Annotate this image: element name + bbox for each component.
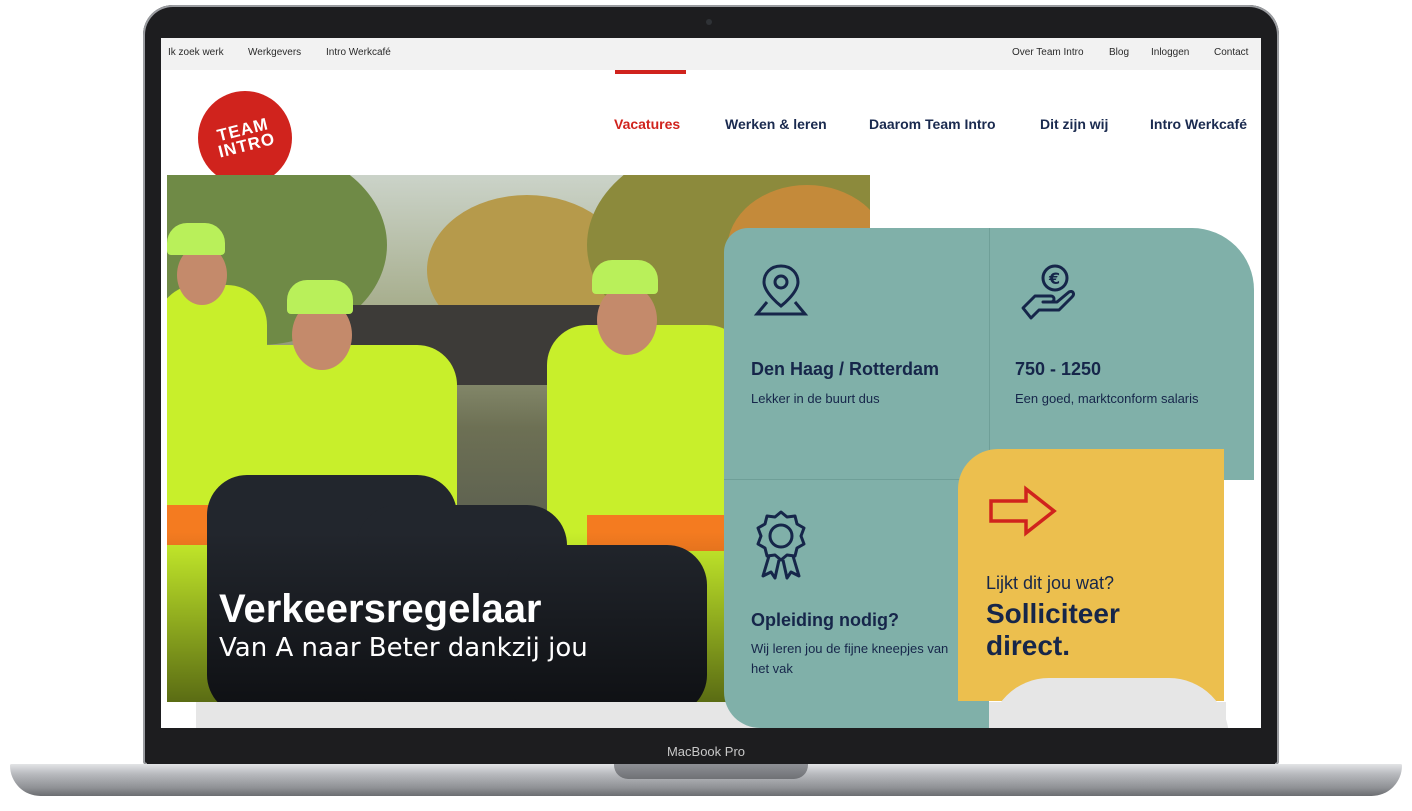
salary-hand-euro-icon: € [1021,264,1075,320]
apply-card[interactable]: Lijkt dit jou wat? Solliciteer direct. [958,449,1224,701]
card-location-text: Lekker in de buurt dus [751,391,880,406]
screen: Ik zoek werk Werkgevers Intro Werkcafé O… [161,38,1261,728]
team-intro-logo[interactable]: TEAM INTRO [198,91,292,185]
laptop-notch [614,764,808,779]
toplink-blog[interactable]: Blog [1109,47,1129,58]
card-location-title: Den Haag / Rotterdam [751,359,940,379]
panel-divider-vertical [989,228,990,480]
camera-icon [706,19,712,25]
toplink-over-team-intro[interactable]: Over Team Intro [1012,47,1084,58]
hero-subtitle: Van A naar Beter dankzij jou [219,633,588,663]
location-pin-icon [753,264,809,316]
card-training-text: Wij leren jou de fijne kneepjes van het … [751,641,949,676]
panel-divider-horizontal [724,479,989,480]
card-salary-text: Een goed, marktconform salaris [1015,391,1199,406]
card-training-title: Opleiding nodig? [751,610,899,630]
toplink-ik-zoek-werk[interactable]: Ik zoek werk [168,47,224,58]
toplink-contact[interactable]: Contact [1214,47,1248,58]
svg-text:€: € [1048,269,1060,288]
nav-dit-zijn-wij[interactable]: Dit zijn wij [1040,116,1108,132]
apply-question: Lijkt dit jou wat? [986,573,1115,593]
active-nav-indicator [615,70,686,74]
apply-button[interactable]: Solliciteer direct. [986,598,1186,662]
toplink-inloggen[interactable]: Inloggen [1151,47,1189,58]
nav-vacatures[interactable]: Vacatures [614,116,680,132]
utility-bar: Ik zoek werk Werkgevers Intro Werkcafé O… [161,38,1261,70]
nav-werken-en-leren[interactable]: Werken & leren [725,116,827,132]
decorative-curve [989,678,1229,728]
arrow-right-icon [989,485,1057,537]
toplink-werkgevers[interactable]: Werkgevers [248,47,301,58]
nav-intro-werkcafe[interactable]: Intro Werkcafé [1150,116,1247,132]
device-label: MacBook Pro [666,744,746,759]
card-salary-title: 750 - 1250 [1015,359,1102,379]
hero-title: Verkeersregelaar [219,587,542,631]
toplink-intro-werkcafe[interactable]: Intro Werkcafé [326,47,391,58]
nav-daarom-team-intro[interactable]: Daarom Team Intro [869,116,996,132]
award-ribbon-icon [756,510,806,580]
